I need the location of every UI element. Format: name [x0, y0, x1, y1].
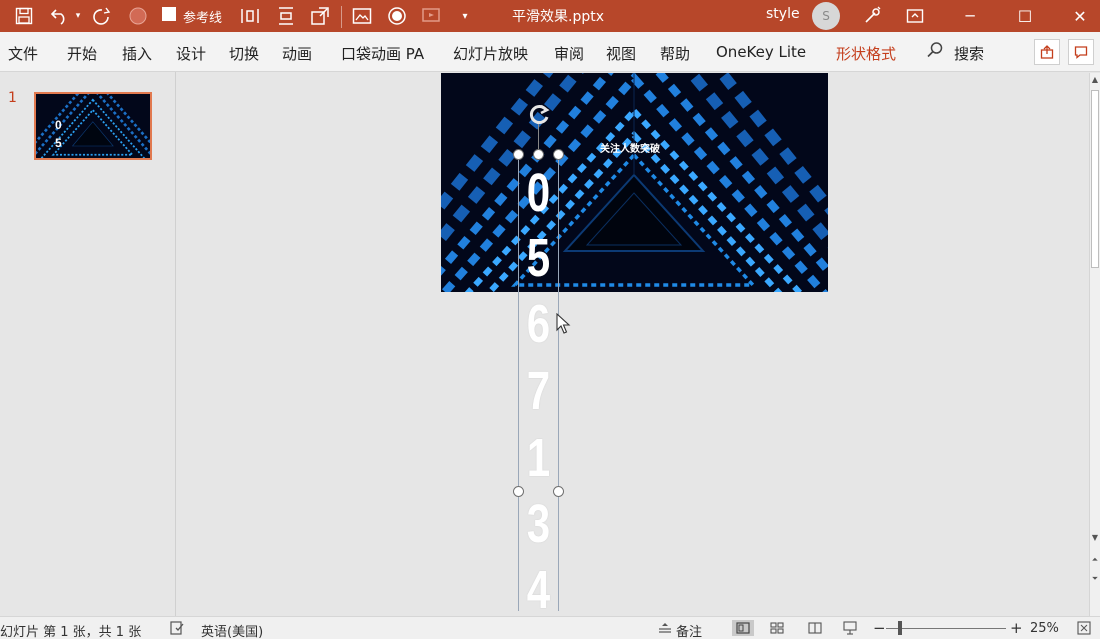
close-icon[interactable]: ✕ [1068, 4, 1092, 28]
thumbnail-digits: 0 5 [55, 116, 62, 152]
maximize-icon[interactable]: ☐ [1013, 4, 1037, 28]
tunnel-background-image [441, 73, 828, 292]
distribute-vertical-icon[interactable] [274, 4, 298, 28]
tab-animations[interactable]: 动画 [282, 43, 312, 64]
digit-1: 1 [526, 428, 551, 488]
shape-icon[interactable] [385, 4, 409, 28]
ribbon-display-icon[interactable] [903, 4, 927, 28]
user-name[interactable]: style [766, 6, 800, 22]
zoom-level[interactable]: 25% [1030, 621, 1059, 636]
redo-icon[interactable] [90, 4, 114, 28]
scroll-up-icon[interactable]: ▲ [1090, 75, 1100, 84]
tab-review[interactable]: 审阅 [554, 43, 584, 64]
zoom-out-button[interactable]: − [873, 619, 886, 637]
slideshow-view-icon[interactable] [841, 620, 859, 636]
notes-button[interactable]: 备注 [676, 621, 702, 639]
digit-0: 0 [526, 163, 551, 223]
fit-to-window-icon[interactable] [1075, 620, 1093, 636]
title-separator [341, 6, 342, 28]
minimize-icon[interactable]: ─ [958, 4, 982, 28]
scrollbar-thumb[interactable] [1091, 90, 1099, 268]
digit-5: 5 [526, 228, 551, 288]
tab-help[interactable]: 帮助 [660, 43, 690, 64]
title-bar: ▾ 参考线 ▾ 平滑效果.pptx style S ─ ☐ ✕ [0, 0, 1100, 32]
comments-button[interactable] [1068, 39, 1094, 65]
search-icon[interactable] [926, 41, 944, 63]
tab-file[interactable]: 文件 [8, 43, 38, 64]
slide-number: 1 [8, 90, 17, 106]
normal-view-icon[interactable] [732, 620, 754, 636]
lightbulb-icon[interactable] [860, 4, 884, 28]
tab-slide-show[interactable]: 幻灯片放映 [453, 43, 528, 64]
thumbnail-digit: 5 [55, 136, 62, 150]
scroll-down-icon[interactable]: ▼ [1090, 533, 1100, 542]
slide-thumbnail-pane: 1 0 5 [0, 72, 176, 616]
resize-handle-left[interactable] [513, 486, 524, 497]
guides-checkbox[interactable] [162, 7, 176, 21]
tab-transitions[interactable]: 切换 [229, 43, 259, 64]
resize-handle-top-right[interactable] [553, 149, 564, 160]
zoom-in-button[interactable]: + [1010, 619, 1023, 637]
next-slide-icon[interactable]: ⏷ [1090, 574, 1100, 584]
save-icon[interactable] [12, 4, 36, 28]
document-title: 平滑效果.pptx [512, 9, 604, 25]
digit-7: 7 [526, 361, 551, 421]
guides-checkbox-label: 参考线 [183, 11, 223, 26]
accessibility-icon[interactable] [168, 620, 186, 636]
picture-icon[interactable] [350, 4, 374, 28]
slide-canvas[interactable] [441, 73, 828, 292]
zoom-slider-thumb[interactable] [898, 621, 902, 635]
tab-shape-format[interactable]: 形状格式 [836, 43, 896, 64]
reading-view-icon[interactable] [806, 620, 824, 636]
share-button[interactable] [1034, 39, 1060, 65]
thumbnail-digit: 0 [55, 118, 62, 132]
mouse-cursor-icon [556, 313, 571, 334]
comment-icon [1074, 46, 1088, 59]
status-bar: 幻灯片 第 1 张，共 1 张 英语(美国) 备注 − + 25% [0, 616, 1100, 639]
zoom-slider[interactable] [886, 628, 1006, 629]
resize-handle-top-left[interactable] [513, 149, 524, 160]
digit-4: 4 [526, 560, 551, 620]
avatar[interactable]: S [812, 2, 840, 30]
distribute-horizontal-icon[interactable] [238, 4, 262, 28]
slide-title[interactable]: 关注人数突破 [600, 140, 660, 155]
tab-pocket-animation[interactable]: 口袋动画 PA [341, 43, 424, 64]
undo-dropdown-icon[interactable]: ▾ [72, 4, 84, 28]
digit-3: 3 [526, 494, 551, 554]
slide-show-icon[interactable] [419, 4, 443, 28]
tab-home[interactable]: 开始 [67, 43, 97, 64]
undo-icon[interactable] [48, 4, 72, 28]
language-indicator[interactable]: 英语(美国) [201, 621, 263, 639]
resize-handle-right[interactable] [553, 486, 564, 497]
previous-slide-icon[interactable]: ⏶ [1090, 555, 1100, 565]
record-icon[interactable] [126, 4, 150, 28]
tab-insert[interactable]: 插入 [122, 43, 152, 64]
slide-info: 幻灯片 第 1 张，共 1 张 [0, 625, 142, 639]
select-objects-icon[interactable] [308, 4, 332, 28]
slide-thumbnail[interactable]: 0 5 [34, 92, 152, 160]
notes-icon[interactable] [656, 620, 674, 636]
slide-sorter-icon[interactable] [768, 620, 786, 636]
share-icon [1040, 45, 1054, 59]
resize-handle-top[interactable] [533, 149, 544, 160]
search-label[interactable]: 搜索 [954, 43, 984, 64]
rotate-icon[interactable] [525, 100, 553, 128]
ribbon-tabs: 文件 开始 插入 设计 切换 动画 口袋动画 PA 幻灯片放映 审阅 视图 帮助… [0, 32, 1100, 72]
tab-onekey-lite[interactable]: OneKey Lite [716, 43, 806, 61]
digit-6: 6 [526, 294, 551, 354]
customize-arrow-icon[interactable]: ▾ [458, 4, 472, 28]
tab-view[interactable]: 视图 [606, 43, 636, 64]
tab-design[interactable]: 设计 [176, 43, 206, 64]
thumbnail-tunnel-image [36, 94, 150, 158]
